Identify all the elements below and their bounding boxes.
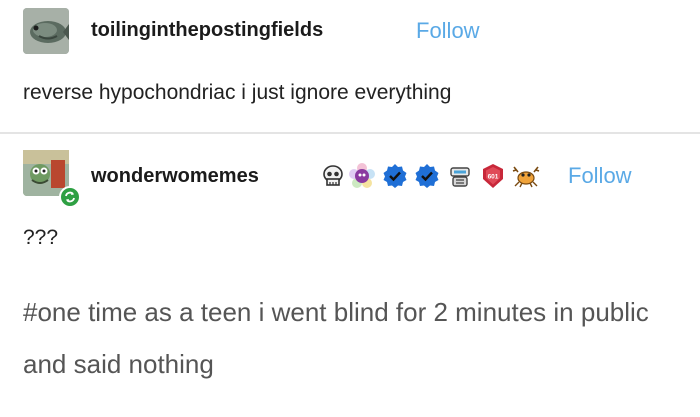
- follow-button[interactable]: Follow: [568, 163, 632, 189]
- post-tag[interactable]: #one time as a teen i went blind for 2 m…: [23, 286, 683, 390]
- username[interactable]: wonderwomemes: [91, 165, 259, 188]
- svg-text:601: 601: [488, 174, 499, 181]
- skull-badge-icon[interactable]: [319, 162, 347, 190]
- post-body: reverse hypochondriac i just ignore ever…: [23, 81, 452, 104]
- post-2: wonderwomemes 601 Follow ??? #one time a…: [0, 134, 700, 417]
- post-1: toilinginthepostingfields Follow reverse…: [0, 0, 700, 132]
- crab-badge-icon[interactable]: [512, 162, 540, 190]
- verified-badge-icon[interactable]: [381, 162, 409, 190]
- flower-badge-icon[interactable]: [348, 162, 376, 190]
- reciprocal-follow-icon: [59, 186, 81, 208]
- follow-button[interactable]: Follow: [416, 18, 480, 44]
- shield-badge-icon[interactable]: 601: [479, 162, 507, 190]
- cartoon-avatar[interactable]: [23, 150, 81, 208]
- post-body: ???: [23, 226, 59, 249]
- robot-badge-icon[interactable]: [446, 162, 474, 190]
- verified-badge-icon[interactable]: [413, 162, 441, 190]
- fish-avatar[interactable]: [23, 8, 69, 54]
- username[interactable]: toilinginthepostingfields: [91, 19, 323, 42]
